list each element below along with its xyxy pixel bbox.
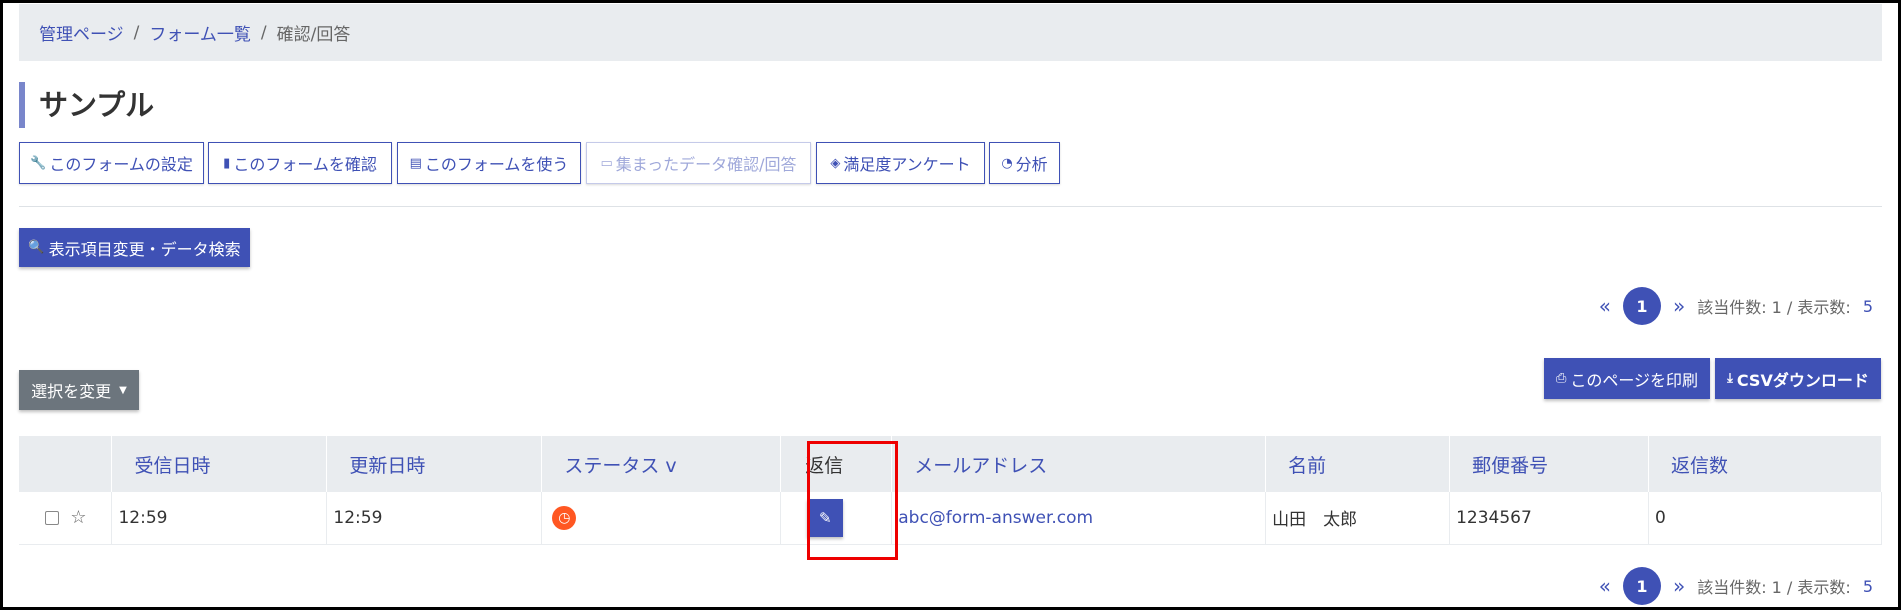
header-postal[interactable]: 郵便番号 (1449, 436, 1650, 492)
satisfaction-survey-label: 満足度アンケート (843, 155, 971, 174)
table-header-row: 受信日時 更新日時 ステータス v 返信 メールアドレス 名前 郵便番号 返信数 (19, 436, 1882, 492)
prev-page-link[interactable]: « (1599, 294, 1611, 318)
header-reply-count[interactable]: 返信数 (1648, 436, 1882, 492)
status-cell: ◷ (541, 492, 782, 545)
caret-down-icon: ▼ (119, 384, 127, 396)
postal-cell: 1234567 (1449, 492, 1650, 545)
download-icon: ⤓ (1727, 371, 1733, 386)
reply-count-cell: 0 (1648, 492, 1882, 545)
search-icon: 🔍 (28, 240, 45, 255)
change-selection-dropdown[interactable]: 選択を変更 ▼ (19, 370, 139, 410)
current-page-button[interactable]: 1 (1622, 287, 1661, 325)
form-settings-label: このフォームの設定 (49, 155, 193, 174)
form-use-button[interactable]: ▤ このフォームを使う (397, 142, 581, 184)
next-page-link[interactable]: » (1673, 574, 1685, 598)
collected-data-button: ▭ 集まったデータ確認/回答 (586, 142, 811, 184)
result-count-info: 該当件数: 1 / 表示数: (1697, 578, 1851, 597)
breadcrumb-home-link[interactable]: 管理ページ (39, 20, 124, 45)
email-link[interactable]: abc@form-answer.com (898, 508, 1093, 528)
pie-chart-icon: ◔ (1001, 155, 1013, 171)
header-name[interactable]: 名前 (1265, 436, 1451, 492)
answers-table: 受信日時 更新日時 ステータス v 返信 メールアドレス 名前 郵便番号 返信数… (19, 436, 1882, 545)
collected-data-label: 集まったデータ確認/回答 (615, 155, 797, 174)
document-lines-icon: ▤ (409, 155, 422, 171)
updated-cell: 12:59 (326, 492, 543, 545)
breadcrumb-separator: / (133, 22, 140, 43)
layers-icon: ◈ (830, 155, 841, 171)
current-page-button[interactable]: 1 (1622, 567, 1661, 605)
select-cell: ☆ (19, 492, 113, 545)
csv-download-label: CSVダウンロード (1736, 370, 1869, 390)
pagination-bottom: « 1 » 該当件数: 1 / 表示数: 5 (1599, 567, 1873, 605)
analysis-button[interactable]: ◔ 分析 (989, 142, 1060, 184)
search-filter-label: 表示項目変更・データ検索 (48, 239, 241, 259)
email-cell: abc@form-answer.com (891, 492, 1267, 545)
header-received[interactable]: 受信日時 (111, 436, 328, 492)
prev-page-link[interactable]: « (1599, 574, 1611, 598)
header-updated[interactable]: 更新日時 (326, 436, 543, 492)
header-select (19, 436, 113, 492)
change-selection-label: 選択を変更 (31, 382, 112, 401)
header-status[interactable]: ステータス v (541, 436, 782, 492)
clock-icon[interactable]: ◷ (552, 505, 577, 530)
comment-icon: ▭ (600, 155, 613, 171)
print-icon: ⎙ (1555, 371, 1567, 386)
search-filter-button[interactable]: 🔍 表示項目変更・データ検索 (19, 228, 250, 267)
pagination-top: « 1 » 該当件数: 1 / 表示数: 5 (1599, 287, 1873, 325)
print-page-button[interactable]: ⎙ このページを印刷 (1544, 358, 1710, 399)
section-divider (19, 206, 1882, 207)
per-page-selector[interactable]: 5 (1863, 297, 1873, 316)
wrench-icon: 🔧 (30, 155, 47, 171)
header-email[interactable]: メールアドレス (891, 436, 1267, 492)
satisfaction-survey-button[interactable]: ◈ 満足度アンケート (816, 142, 985, 184)
analysis-label: 分析 (1015, 155, 1048, 174)
breadcrumb-forms-link[interactable]: フォーム一覧 (149, 20, 251, 45)
per-page-selector[interactable]: 5 (1863, 577, 1873, 596)
result-count-info: 該当件数: 1 / 表示数: (1697, 298, 1851, 317)
form-preview-button[interactable]: ▮ このフォームを確認 (208, 142, 392, 184)
breadcrumb: 管理ページ / フォーム一覧 / 確認/回答 (19, 4, 1882, 61)
received-cell: 12:59 (111, 492, 328, 545)
document-icon: ▮ (223, 155, 231, 171)
csv-download-button[interactable]: ⤓ CSVダウンロード (1715, 358, 1881, 399)
form-use-label: このフォームを使う (424, 155, 569, 174)
table-row[interactable]: ☆ 12:59 12:59 ◷ ✎ abc@form-answer.com 山田… (19, 492, 1882, 545)
form-settings-button[interactable]: 🔧 このフォームの設定 (19, 142, 204, 184)
star-icon[interactable]: ☆ (70, 507, 86, 528)
row-checkbox[interactable] (45, 510, 59, 525)
next-page-link[interactable]: » (1673, 294, 1685, 318)
page-title: サンプル (19, 82, 154, 128)
name-cell: 山田 太郎 (1265, 492, 1451, 545)
breadcrumb-separator: / (260, 22, 267, 43)
reply-column-highlight (807, 441, 898, 560)
form-preview-label: このフォームを確認 (233, 155, 377, 174)
print-page-label: このページを印刷 (1570, 370, 1699, 390)
breadcrumb-current: 確認/回答 (276, 25, 351, 45)
